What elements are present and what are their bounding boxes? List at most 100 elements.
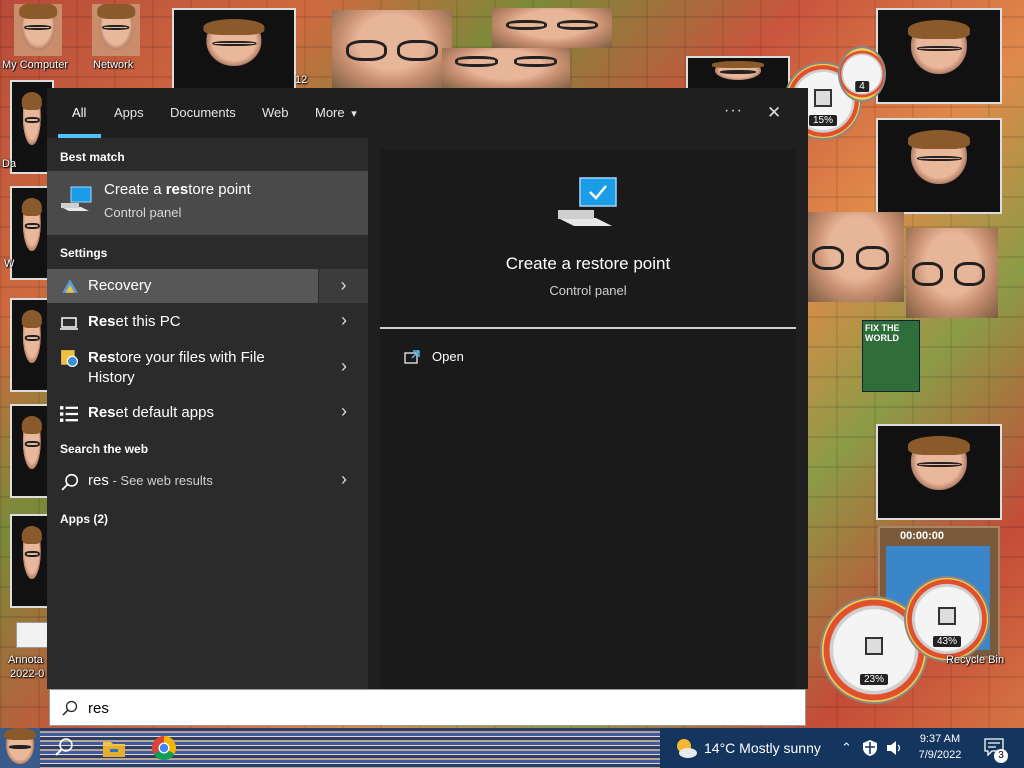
defender-shield-icon[interactable]: [862, 739, 878, 757]
tab-web[interactable]: Web: [262, 105, 289, 120]
memory-chip-icon: [938, 606, 956, 625]
clock-date: 7/9/2022: [918, 749, 962, 761]
desktop-icon-label: Network: [93, 59, 134, 71]
portrait-tile: [876, 118, 1002, 214]
open-icon: [404, 350, 420, 364]
desktop-icon-label: Da: [2, 158, 17, 170]
portrait-image: [907, 435, 971, 491]
open-label: Open: [432, 349, 464, 364]
glasses-shape: [346, 40, 388, 62]
portrait-image: [203, 18, 266, 66]
settings-item-file-history[interactable]: Restore your files with File History ›: [47, 343, 368, 391]
recovery-icon: [62, 279, 78, 293]
clock[interactable]: 9:37 AM 7/9/2022: [912, 731, 968, 763]
label-match-text: Res: [88, 404, 116, 421]
settings-item-reset-pc[interactable]: Reset this PC ›: [47, 305, 368, 339]
portrait-image: [21, 525, 43, 579]
book-cover: FIX THE WORLD: [862, 320, 920, 392]
more-options-button[interactable]: ···: [724, 102, 743, 120]
cpu-percent: 23%: [859, 674, 889, 686]
glasses-shape: [953, 262, 986, 286]
search-web-heading: Search the web: [60, 442, 149, 456]
portrait-image: [21, 309, 43, 363]
memory-percent: 4: [855, 80, 869, 92]
title-text: Create a: [104, 181, 166, 198]
chevron-right-icon[interactable]: ›: [320, 401, 368, 422]
chevron-down-icon: ▾: [351, 108, 357, 120]
settings-item-default-apps[interactable]: Reset default apps ›: [47, 396, 368, 430]
label-match-text: Res: [88, 349, 116, 366]
chrome-icon[interactable]: [150, 734, 178, 762]
chevron-right-icon[interactable]: ›: [320, 356, 368, 377]
best-match-title: Create a restore point: [104, 181, 251, 198]
chevron-up-icon[interactable]: ⌃: [841, 740, 852, 756]
cpu-percent: 15%: [808, 115, 838, 127]
desktop-icon-network[interactable]: [92, 4, 140, 56]
closeup-photo: [332, 10, 452, 90]
expand-button[interactable]: ›: [318, 269, 368, 303]
open-button[interactable]: Open: [402, 346, 602, 370]
search-tab-bar: All Apps Documents Web More ▾ ··· ✕: [47, 88, 808, 138]
web-suffix-text: - See web results: [108, 473, 213, 488]
portrait-image: [21, 415, 43, 469]
memory-gauge-bottom: 43%: [904, 576, 990, 662]
weather-text: 14°C Mostly sunny: [704, 740, 821, 756]
portrait-tile: [876, 424, 1002, 520]
search-input[interactable]: [86, 695, 790, 721]
portrait-tile: [876, 8, 1002, 104]
glasses-shape: [506, 20, 548, 31]
glasses-shape: [454, 56, 499, 68]
portrait-image: [907, 19, 971, 75]
tab-all[interactable]: All: [72, 105, 86, 120]
glasses-shape: [911, 262, 943, 286]
memory-percent: 43%: [932, 635, 962, 647]
volume-icon[interactable]: [886, 740, 904, 756]
desktop-icon-label: My Computer: [2, 59, 69, 71]
annotation-file-icon[interactable]: [16, 622, 48, 648]
restore-point-icon: [61, 186, 92, 211]
tab-more-label: More: [315, 105, 345, 120]
start-button[interactable]: [0, 727, 40, 768]
glasses-shape: [556, 20, 598, 31]
results-pane: Best match Create a restore point Contro…: [47, 138, 368, 689]
detail-subtitle: Control panel: [549, 283, 627, 298]
memory-gauge-top: 4: [838, 46, 886, 102]
portrait-image: [712, 61, 764, 81]
search-icon[interactable]: [50, 734, 78, 762]
glasses-shape: [396, 40, 438, 62]
label-match-text: Res: [88, 313, 116, 330]
settings-item-label: Reset default apps: [88, 403, 214, 423]
file-explorer-icon[interactable]: [100, 734, 128, 762]
book-title: FIX THE WORLD: [865, 323, 900, 343]
cpu-chip-icon: [865, 636, 883, 655]
tab-apps[interactable]: Apps: [114, 105, 144, 120]
desktop-icon-my-computer[interactable]: [14, 4, 62, 56]
closeup-photo: [906, 228, 998, 318]
web-search-result[interactable]: res - See web results ›: [47, 463, 368, 499]
portrait-tile: [686, 56, 790, 92]
glasses-shape: [513, 56, 558, 68]
portrait-image: [21, 91, 43, 145]
chevron-right-icon: ›: [340, 275, 347, 295]
best-match-subtitle: Control panel: [104, 205, 182, 220]
detail-title: Create a restore point: [505, 254, 671, 273]
notification-center-button[interactable]: 3: [982, 736, 1008, 763]
chevron-right-icon[interactable]: ›: [320, 310, 368, 331]
search-panel: All Apps Documents Web More ▾ ··· ✕ Best…: [47, 88, 808, 689]
closeup-photo: [442, 48, 570, 90]
tab-more[interactable]: More ▾: [315, 105, 357, 120]
settings-item-label: Recovery: [88, 277, 152, 294]
label-text: et this PC: [115, 313, 181, 330]
settings-item-recovery[interactable]: Recovery ›: [47, 269, 368, 303]
detail-divider: [380, 327, 796, 329]
portrait-image: [19, 4, 57, 50]
detail-pane: Create a restore point Control panel Ope…: [380, 150, 796, 689]
search-box[interactable]: [49, 689, 806, 726]
tab-documents[interactable]: Documents: [170, 105, 236, 120]
apps-heading[interactable]: Apps (2): [60, 512, 108, 526]
close-button[interactable]: ✕: [767, 103, 781, 123]
desktop-text-fragment: 12: [295, 74, 308, 86]
portrait-image: [97, 4, 135, 50]
best-match-result[interactable]: Create a restore point Control panel: [47, 171, 368, 235]
chevron-right-icon[interactable]: ›: [320, 469, 368, 490]
